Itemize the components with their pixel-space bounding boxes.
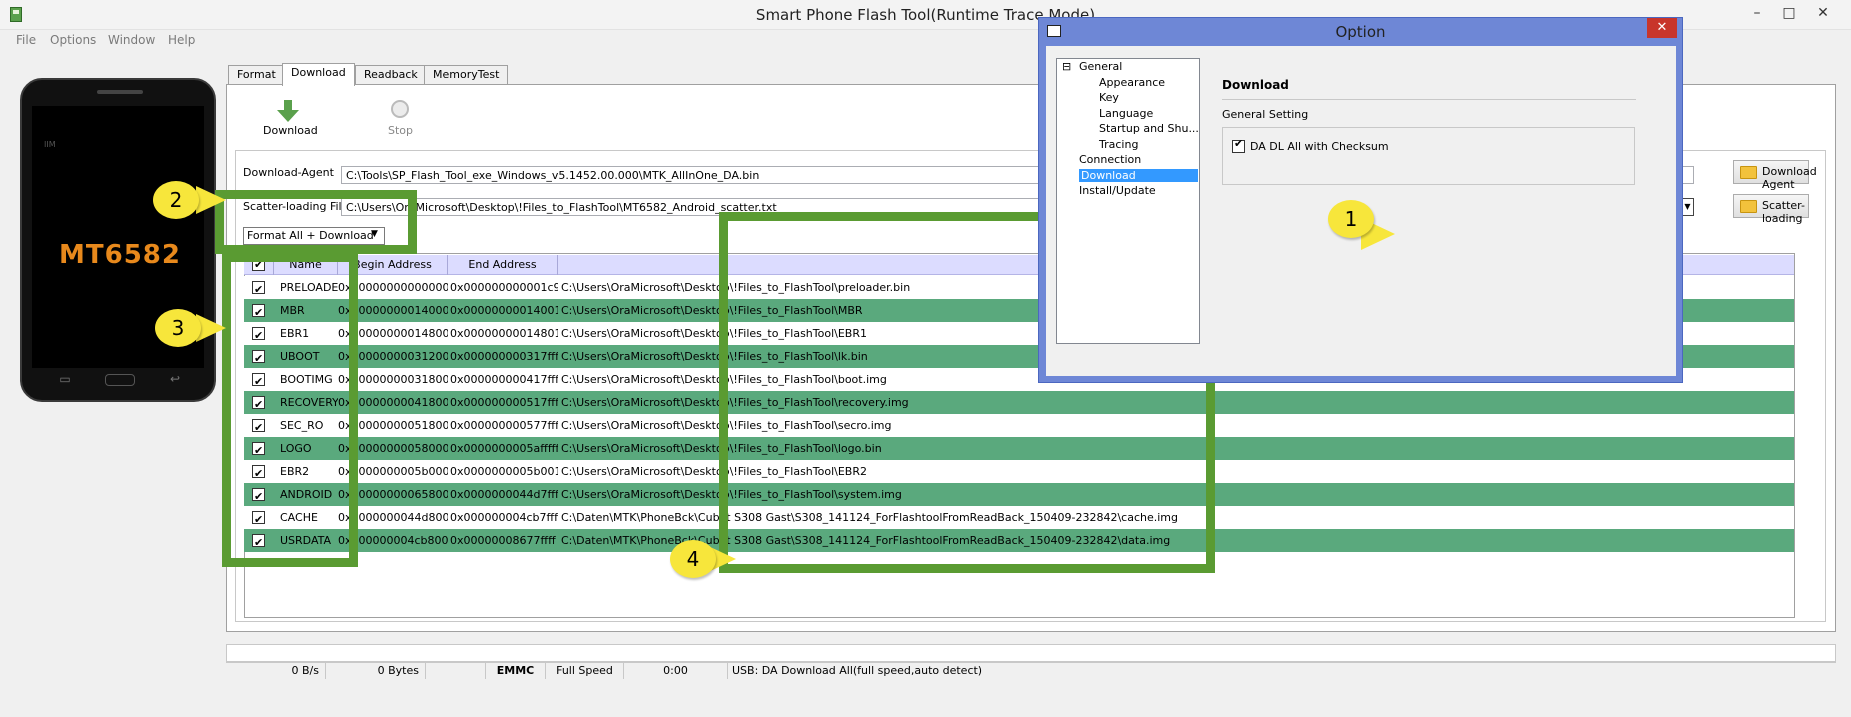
tree-item-tracing[interactable]: Tracing bbox=[1099, 138, 1138, 151]
callout-1: 1 bbox=[1328, 200, 1374, 238]
status-usb-message: USB: DA Download All(full speed,auto det… bbox=[732, 664, 983, 677]
callout-3: 3 bbox=[155, 309, 201, 347]
minimize-button[interactable]: – bbox=[1744, 2, 1770, 24]
tree-item-connection[interactable]: Connection bbox=[1079, 153, 1141, 166]
scatter-loading-button-label: Scatter-loading bbox=[1762, 199, 1805, 225]
end-address: 0x00000000014801ff bbox=[450, 327, 558, 340]
annotation-box-3 bbox=[222, 253, 358, 567]
download-agent-label: Download-Agent bbox=[243, 166, 334, 179]
end-address: 0x000000000517ffff bbox=[450, 396, 558, 409]
option-section-heading: Download bbox=[1222, 78, 1289, 92]
menu-file[interactable]: File bbox=[16, 33, 36, 47]
end-address: 0x00000008677ffff bbox=[450, 534, 556, 547]
scatter-loading-button[interactable]: Scatter-loading bbox=[1733, 194, 1809, 225]
status-time: 0:00 bbox=[624, 663, 728, 679]
callout-4: 4 bbox=[670, 540, 716, 578]
column-header-end-address: End Address bbox=[448, 255, 558, 275]
tree-item-install-update[interactable]: Install/Update bbox=[1079, 184, 1156, 197]
phone-model-label: MT6582 bbox=[59, 240, 181, 270]
download-toolbar-label: Download bbox=[263, 124, 318, 137]
tree-item-key[interactable]: Key bbox=[1099, 91, 1119, 104]
option-category-tree bbox=[1056, 58, 1200, 344]
status-spacer bbox=[426, 663, 486, 679]
tab-readback[interactable]: Readback bbox=[355, 65, 427, 85]
option-heading-divider bbox=[1222, 99, 1636, 100]
tree-item-general[interactable]: General bbox=[1079, 60, 1122, 73]
status-usb-speed: Full Speed bbox=[546, 663, 624, 679]
status-storage: EMMC bbox=[486, 663, 546, 679]
tab-format[interactable]: Format bbox=[228, 65, 285, 85]
menu-help[interactable]: Help bbox=[168, 33, 195, 47]
tree-expand-icon[interactable]: ⊟ bbox=[1062, 60, 1071, 73]
end-address: 0x000000000417ffff bbox=[450, 373, 558, 386]
maximize-button[interactable]: □ bbox=[1776, 2, 1802, 24]
end-address: 0x00000000014001ff bbox=[450, 304, 558, 317]
download-arrow-icon bbox=[277, 100, 299, 122]
phone-image: IIM MT6582 ▭ ↩ bbox=[20, 78, 216, 402]
checksum-checkbox[interactable] bbox=[1232, 137, 1245, 153]
end-address: 0x000000000577ffff bbox=[450, 419, 558, 432]
callout-pointer-2 bbox=[196, 186, 226, 214]
option-dialog-title: Option bbox=[1335, 23, 1386, 41]
menu-window[interactable]: Window bbox=[108, 33, 155, 47]
stop-toolbar-label: Stop bbox=[388, 124, 414, 137]
phone-speaker bbox=[97, 90, 143, 94]
close-window-button[interactable]: ✕ bbox=[1810, 2, 1836, 24]
download-toolbar-button[interactable] bbox=[265, 100, 311, 124]
tree-item-appearance[interactable]: Appearance bbox=[1099, 76, 1165, 89]
stop-icon[interactable] bbox=[391, 100, 409, 118]
tab-download[interactable]: Download bbox=[282, 63, 355, 86]
tree-item-language[interactable]: Language bbox=[1099, 107, 1153, 120]
phone-brand: IIM bbox=[44, 140, 56, 149]
end-address: 0x0000000005afffff bbox=[450, 442, 558, 455]
status-bytes: 0 Bytes bbox=[326, 663, 426, 679]
general-setting-label: General Setting bbox=[1222, 108, 1309, 121]
tree-item-startup-and-shu[interactable]: Startup and Shu... bbox=[1099, 122, 1199, 135]
general-setting-group bbox=[1222, 127, 1635, 185]
tree-item-download[interactable]: Download bbox=[1079, 168, 1198, 182]
tab-memorytest[interactable]: MemoryTest bbox=[424, 65, 509, 85]
end-address: 0x000000000317ffff bbox=[450, 350, 558, 363]
end-address: 0x0000000044d7ffff bbox=[450, 488, 558, 501]
callout-2: 2 bbox=[153, 181, 199, 219]
phone-menu-icon: ▭ bbox=[59, 372, 71, 386]
end-address: 0x000000000001c9ff bbox=[450, 281, 558, 294]
end-address: 0x0000000005b001ff bbox=[450, 465, 558, 478]
phone-back-icon: ↩ bbox=[169, 372, 181, 386]
option-dialog-close-button[interactable]: ✕ bbox=[1647, 18, 1677, 38]
status-speed: 0 B/s bbox=[226, 663, 326, 679]
end-address: 0x000000004cb7ffff bbox=[450, 511, 558, 524]
checksum-checkbox-label[interactable]: DA DL All with Checksum bbox=[1250, 140, 1389, 153]
phone-home-icon bbox=[105, 374, 135, 386]
annotation-box-2 bbox=[215, 190, 417, 254]
folder-icon bbox=[1740, 166, 1757, 179]
menu-options[interactable]: Options bbox=[50, 33, 96, 47]
download-agent-button[interactable]: Download Agent bbox=[1733, 160, 1817, 191]
progress-bar bbox=[226, 644, 1836, 662]
folder-icon bbox=[1740, 200, 1757, 213]
